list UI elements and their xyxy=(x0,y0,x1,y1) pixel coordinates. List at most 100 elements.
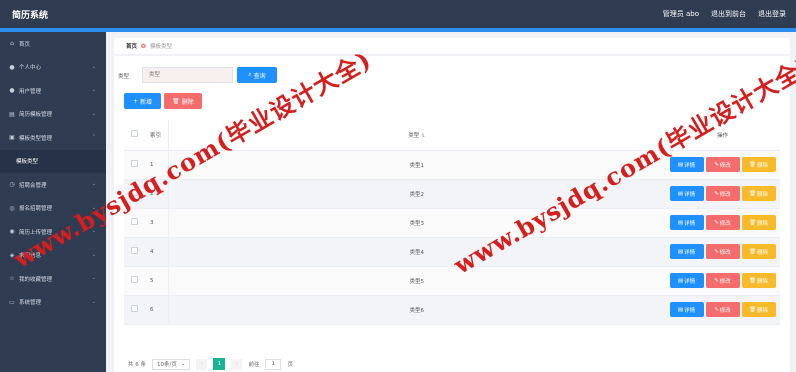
row-index: 4 xyxy=(144,237,169,267)
column-header-type-label: 类型 xyxy=(408,132,420,139)
edit-button[interactable]: ✎ 修改 xyxy=(705,244,740,259)
edit-button[interactable]: ✎ 修改 xyxy=(705,186,740,201)
detail-icon: ▤ xyxy=(677,190,684,197)
sidebar-item-resume-uploads[interactable]: ◉ 简历上传管理 ⌄ xyxy=(0,220,106,244)
detail-button[interactable]: ▤ 详情 xyxy=(669,273,704,288)
detail-button[interactable]: ▤ 详情 xyxy=(669,186,704,201)
row-checkbox[interactable] xyxy=(130,276,138,283)
detail-button-label: 详情 xyxy=(684,191,696,198)
delete-button[interactable]: 🗑 删除 xyxy=(741,273,776,288)
edit-icon: ✎ xyxy=(714,161,719,168)
row-actions: ▤ 详情 ✎ 修改 🗑 删除 xyxy=(665,179,780,209)
pagination-total: 共 6 条 xyxy=(128,362,146,368)
row-checkbox[interactable] xyxy=(130,160,138,167)
fair-icon: ◷ xyxy=(9,181,15,189)
logout-link[interactable]: 退出登录 xyxy=(758,9,786,19)
settings-icon: ▭ xyxy=(9,298,15,306)
select-all-checkbox[interactable] xyxy=(130,130,138,138)
search-input[interactable] xyxy=(142,67,233,83)
query-button[interactable]: ⌕ 查询 xyxy=(237,67,277,83)
top-navbar: 简历系统 管理员 abo 退出到前台 退出登录 xyxy=(0,0,796,28)
row-actions: ▤ 详情 ✎ 修改 🗑 删除 xyxy=(665,208,780,238)
row-checkbox[interactable] xyxy=(130,189,138,196)
sidebar-item-users[interactable]: ● 用户管理 ⌄ xyxy=(0,79,106,103)
table-row: 5 类型5 ▤ 详情 ✎ 修改 🗑 删除 xyxy=(124,266,780,296)
sidebar-item-home[interactable]: ⌂ 首页 xyxy=(0,32,106,56)
row-select-cell xyxy=(124,179,144,209)
sidebar-item-label: 招聘会管理 xyxy=(19,182,47,189)
delete-button-label: 删除 xyxy=(756,191,768,198)
edit-button[interactable]: ✎ 修改 xyxy=(705,302,740,317)
detail-button[interactable]: ▤ 详情 xyxy=(669,157,704,172)
prev-page-button[interactable]: ‹ xyxy=(196,358,208,370)
main-content: 首页 ❂ 模板类型 类型 ⌕ 查询 + 新增 🗑 删除 索引 类型 ⇅ 操作 1 xyxy=(106,32,796,372)
delete-button[interactable]: 🗑 删除 xyxy=(741,302,776,317)
trash-icon: 🗑 xyxy=(749,277,756,284)
row-checkbox[interactable] xyxy=(130,218,138,225)
edit-icon: ✎ xyxy=(714,219,719,226)
row-type: 类型2 xyxy=(168,179,665,209)
sidebar-item-profile[interactable]: ● 个人中心 ⌄ xyxy=(0,56,106,80)
sidebar-item-label: 用户管理 xyxy=(19,88,42,95)
row-checkbox[interactable] xyxy=(130,247,138,254)
edit-button-label: 修改 xyxy=(719,162,731,169)
chevron-up-icon: ⌃ xyxy=(91,134,96,140)
detail-button-label: 详情 xyxy=(684,220,696,227)
detail-button[interactable]: ▤ 详情 xyxy=(669,244,704,259)
add-button-label: 新增 xyxy=(140,98,153,106)
delete-button[interactable]: 🗑 删除 xyxy=(741,157,776,172)
sidebar-item-signups[interactable]: ◎ 报名招聘管理 ⌄ xyxy=(0,197,106,221)
sidebar-item-job-info[interactable]: ◈ 求职信息 ⌄ xyxy=(0,244,106,268)
delete-button[interactable]: 🗑 删除 xyxy=(741,215,776,230)
sidebar-item-label: 求职信息 xyxy=(19,253,42,260)
delete-button[interactable]: 🗑 删除 xyxy=(741,186,776,201)
goto-suffix: 页 xyxy=(287,362,293,368)
column-header-type[interactable]: 类型 ⇅ xyxy=(168,120,665,151)
sidebar-item-label: 系统管理 xyxy=(19,300,42,307)
goto-page-input[interactable]: 1 xyxy=(265,358,282,370)
next-page-button[interactable]: › xyxy=(231,358,243,370)
sort-icon[interactable]: ⇅ xyxy=(421,133,425,139)
detail-icon: ▤ xyxy=(677,161,684,168)
delete-button-label: 删除 xyxy=(756,162,768,169)
row-select-cell xyxy=(124,237,144,267)
edit-button[interactable]: ✎ 修改 xyxy=(705,215,740,230)
sidebar-subitem-template-type[interactable]: 模板类型 xyxy=(0,149,106,173)
sidebar-item-label: 首页 xyxy=(19,41,31,48)
trash-icon: 🗑 xyxy=(749,219,756,226)
chevron-down-icon: ⌄ xyxy=(91,181,96,187)
column-header-index: 索引 xyxy=(144,120,169,151)
detail-button[interactable]: ▤ 详情 xyxy=(669,302,704,317)
page-size-value: 10条/页 xyxy=(157,362,177,368)
trash-icon: 🗑 xyxy=(749,161,756,168)
edit-button[interactable]: ✎ 修改 xyxy=(705,157,740,172)
delete-button-label: 删除 xyxy=(756,220,768,227)
detail-icon: ▤ xyxy=(677,306,684,313)
detail-button-label: 详情 xyxy=(684,249,696,256)
delete-button-label: 删除 xyxy=(756,249,768,256)
trash-icon: 🗑 xyxy=(749,306,756,313)
edit-button-label: 修改 xyxy=(719,220,731,227)
detail-button[interactable]: ▤ 详情 xyxy=(669,215,704,230)
delete-button[interactable]: 🗑 删除 xyxy=(741,244,776,259)
page-size-select[interactable]: 10条/页 ⌄ xyxy=(152,358,191,370)
row-select-cell xyxy=(124,266,144,296)
batch-delete-button[interactable]: 🗑 删除 xyxy=(164,93,202,109)
row-actions: ▤ 详情 ✎ 修改 🗑 删除 xyxy=(665,295,780,325)
edit-button-label: 修改 xyxy=(719,307,731,314)
back-to-console-link[interactable]: 退出到前台 xyxy=(711,9,746,19)
breadcrumb-home[interactable]: 首页 xyxy=(126,42,137,50)
row-checkbox[interactable] xyxy=(130,305,138,312)
add-button[interactable]: + 新增 xyxy=(124,93,161,109)
edit-button[interactable]: ✎ 修改 xyxy=(705,273,740,288)
sidebar-item-template-types[interactable]: ▣ 模板类型管理 ⌃ xyxy=(0,126,106,150)
edit-icon: ✎ xyxy=(714,248,719,255)
detail-icon: ▤ xyxy=(677,219,684,226)
sidebar-item-favorites[interactable]: ☆ 我的收藏管理 ⌄ xyxy=(0,267,106,291)
sidebar-item-resume-templates[interactable]: ▤ 简历模板管理 ⌄ xyxy=(0,103,106,127)
sidebar-item-system[interactable]: ▭ 系统管理 ⌄ xyxy=(0,291,106,315)
row-select-cell xyxy=(124,208,144,238)
data-table: 索引 类型 ⇅ 操作 1 类型1 ▤ 详情 ✎ 修改 🗑 删除 2 类型2 ▤ 详情 ✎ 修改 🗑… xyxy=(124,120,780,325)
page-number-current[interactable]: 1 xyxy=(213,358,226,370)
sidebar-item-job-fairs[interactable]: ◷ 招聘会管理 ⌄ xyxy=(0,173,106,197)
